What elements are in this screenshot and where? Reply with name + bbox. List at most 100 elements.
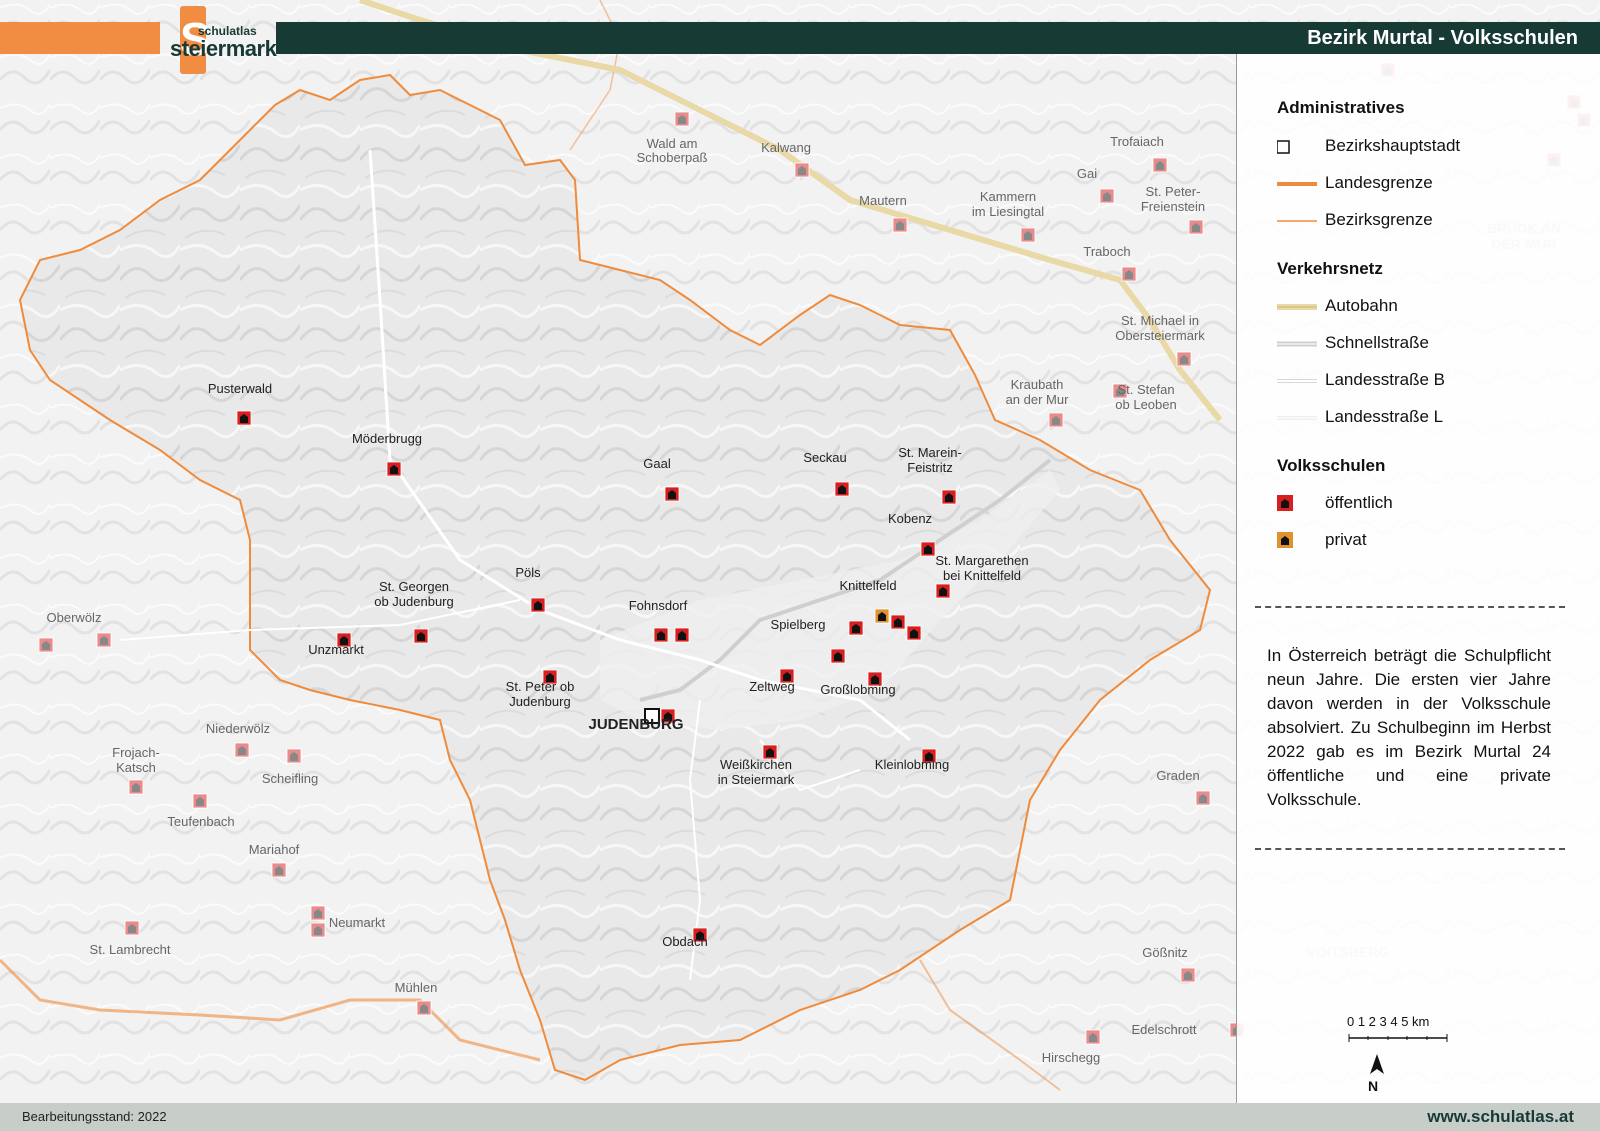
landesstrasse-l-icon (1277, 416, 1317, 420)
divider (1255, 848, 1565, 850)
outside-school-marker[interactable] (1048, 412, 1064, 428)
legend-school-item: öffentlich (1325, 493, 1393, 512)
place-label: Feistritz (907, 460, 953, 475)
outside-school-marker[interactable] (1180, 967, 1196, 983)
legend-traffic-item: Landesstraße B (1325, 370, 1446, 389)
place-label: Pöls (515, 565, 541, 580)
place-label: St. Peter ob (506, 679, 575, 694)
outside-school-marker[interactable] (96, 632, 112, 648)
north-arrow-icon (1370, 1054, 1384, 1074)
place-label-outside: Teufenbach (167, 814, 234, 829)
divider (1255, 606, 1565, 608)
footer: Bearbeitungsstand: 2022 www.schulatlas.a… (0, 1103, 1600, 1131)
outside-school-marker[interactable] (310, 922, 326, 938)
private-school-icon (1277, 532, 1293, 548)
public-school-marker[interactable] (830, 648, 846, 664)
place-label: JUDENBURG (588, 716, 683, 733)
place-label-outside: Freienstein (1141, 199, 1205, 214)
outside-school-marker[interactable] (1020, 227, 1036, 243)
outside-school-marker[interactable] (286, 748, 302, 764)
place-label-outside: Traboch (1083, 244, 1130, 259)
place-label: Seckau (803, 450, 846, 465)
place-label-outside: an der Mur (1006, 392, 1070, 407)
public-school-marker[interactable] (941, 489, 957, 505)
place-label: ob Judenburg (374, 594, 454, 609)
outside-school-marker[interactable] (1121, 266, 1137, 282)
public-school-marker[interactable] (890, 614, 906, 630)
public-school-marker[interactable] (834, 481, 850, 497)
outside-school-marker[interactable] (794, 162, 810, 178)
public-school-marker[interactable] (848, 620, 864, 636)
place-label-outside: Scheifling (262, 771, 318, 786)
public-school-marker[interactable] (236, 410, 252, 426)
footer-website[interactable]: www.schulatlas.at (1427, 1107, 1574, 1127)
north-label: N (1368, 1078, 1379, 1094)
place-label-outside: Frojach- (112, 745, 160, 760)
outside-school-marker[interactable] (1176, 351, 1192, 367)
outside-school-marker[interactable] (674, 111, 690, 127)
legend-traffic-item: Schnellstraße (1325, 333, 1429, 352)
outside-school-marker[interactable] (1152, 157, 1168, 173)
place-label: Zeltweg (749, 679, 795, 694)
place-label: St. Margarethen (935, 553, 1028, 568)
place-label-outside: St. Michael in (1121, 313, 1199, 328)
public-school-marker[interactable] (664, 486, 680, 502)
autobahn-icon (1277, 304, 1317, 310)
public-school-marker[interactable] (530, 597, 546, 613)
outside-school-marker[interactable] (128, 779, 144, 795)
place-label-outside: Graden (1156, 768, 1199, 783)
outside-school-marker[interactable] (1195, 790, 1211, 806)
place-label-outside: Mautern (859, 193, 907, 208)
place-label-outside: Neumarkt (329, 915, 386, 930)
outside-school-marker[interactable] (1188, 219, 1204, 235)
place-label: Pusterwald (208, 381, 272, 396)
public-school-marker[interactable] (674, 627, 690, 643)
outside-school-marker[interactable] (1099, 188, 1115, 204)
place-label-outside: Mariahof (249, 842, 300, 857)
place-label-outside: Kammern (980, 189, 1036, 204)
outside-school-marker[interactable] (192, 793, 208, 809)
outside-school-marker[interactable] (416, 1000, 432, 1016)
place-label-outside: Edelschrott (1131, 1022, 1196, 1037)
legend-traffic-item: Landesstraße L (1325, 407, 1444, 426)
outside-school-marker[interactable] (1085, 1029, 1101, 1045)
place-label-outside: im Liesingtal (972, 204, 1044, 219)
outside-school-marker[interactable] (124, 920, 140, 936)
public-school-marker[interactable] (386, 461, 402, 477)
public-school-icon (1277, 495, 1293, 511)
place-label: St. Georgen (379, 579, 449, 594)
place-label: Spielberg (771, 617, 826, 632)
legend-admin-title: Administratives (1277, 98, 1405, 117)
public-school-marker[interactable] (413, 628, 429, 644)
place-label-outside: St. Stefan (1117, 382, 1174, 397)
place-label: Möderbrugg (352, 431, 422, 446)
public-school-marker[interactable] (906, 625, 922, 641)
legend-admin-item: Bezirksgrenze (1325, 210, 1433, 229)
place-label-outside: Wald am (647, 136, 698, 151)
place-label: Kobenz (888, 511, 932, 526)
outside-school-marker[interactable] (271, 862, 287, 878)
place-label: Gaal (643, 456, 671, 471)
legend-schools-title: Volksschulen (1277, 456, 1386, 475)
outside-school-marker[interactable] (310, 905, 326, 921)
district-capital-icon (1277, 140, 1290, 154)
schulatlas-logo[interactable]: S schulatlas steiermark (168, 6, 277, 74)
outside-school-marker[interactable] (38, 637, 54, 653)
place-label: Judenburg (509, 694, 570, 709)
outside-school-marker[interactable] (892, 217, 908, 233)
public-school-marker[interactable] (920, 541, 936, 557)
legend-admin-item: Bezirkshauptstadt (1325, 136, 1461, 155)
place-label-outside: Trofaiach (1110, 134, 1164, 149)
place-label-outside: Schoberpaß (637, 150, 708, 165)
place-label: Obdach (662, 934, 708, 949)
legend-traffic-title: Verkehrsnetz (1277, 259, 1383, 278)
private-school-marker[interactable] (874, 608, 890, 624)
place-label-outside: Kalwang (761, 140, 811, 155)
place-label-outside: Gößnitz (1142, 945, 1188, 960)
header-accent-bar (0, 22, 160, 54)
scale-ruler (1348, 1034, 1448, 1042)
public-school-marker[interactable] (653, 627, 669, 643)
public-school-marker[interactable] (935, 583, 951, 599)
place-label-outside: Oberwölz (47, 610, 102, 625)
outside-school-marker[interactable] (234, 742, 250, 758)
